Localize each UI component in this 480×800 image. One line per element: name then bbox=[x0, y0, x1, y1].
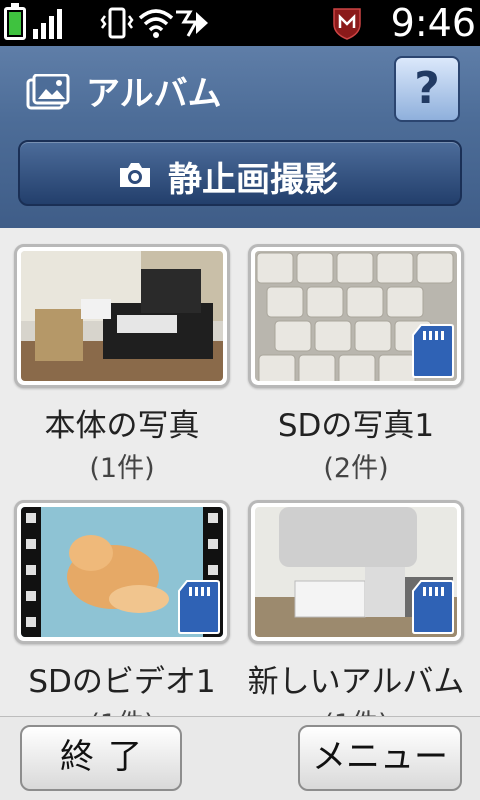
album-item-sd-photos-1[interactable]: SDの写真1 (2件) bbox=[248, 244, 464, 492]
help-button[interactable]: ? bbox=[394, 56, 460, 122]
bottom-bar: 終了 メニュー bbox=[0, 716, 480, 800]
page-title: アルバム bbox=[86, 74, 222, 114]
album-count: (1件) bbox=[89, 453, 155, 484]
album-item-device-photos[interactable]: 本体の写真 (1件) bbox=[14, 244, 230, 492]
data-transfer-icon bbox=[176, 10, 208, 37]
vibrate-icon bbox=[100, 7, 134, 39]
album-name: SDのビデオ1 bbox=[28, 664, 216, 700]
album-count: (1件) bbox=[14, 702, 230, 716]
sd-card-icon bbox=[412, 580, 454, 634]
battery-icon bbox=[4, 3, 26, 40]
album-name: 本体の写真 bbox=[44, 408, 200, 444]
album-name: SDの写真1 bbox=[277, 408, 435, 444]
album-count: (1件) bbox=[248, 702, 464, 716]
photo-thumbnail bbox=[21, 251, 223, 381]
album-item-new-album[interactable]: 新しいアルバム (1件) bbox=[248, 500, 464, 716]
album-item-sd-video-1[interactable]: SDのビデオ1 (1件) bbox=[14, 500, 230, 716]
header: アルバム ? 静止画撮影 bbox=[0, 46, 480, 228]
capture-photo-button[interactable]: 静止画撮影 bbox=[18, 140, 462, 206]
sd-card-icon bbox=[178, 580, 220, 634]
menu-button[interactable]: メニュー bbox=[298, 725, 462, 791]
album-icon bbox=[26, 74, 70, 110]
sd-card-icon bbox=[412, 324, 454, 378]
camera-icon bbox=[120, 163, 150, 187]
capture-photo-label: 静止画撮影 bbox=[168, 160, 338, 200]
mcafee-icon bbox=[333, 8, 361, 40]
album-thumbnail[interactable] bbox=[14, 500, 230, 644]
album-count: (2件) bbox=[323, 453, 389, 484]
wifi-icon bbox=[138, 9, 174, 38]
status-bar: 9:46 bbox=[0, 0, 480, 46]
album-grid: 本体の写真 (1件) SDの写真1 (2件) SDのビデオ1 新しいアルバム bbox=[0, 228, 480, 716]
album-thumbnail[interactable] bbox=[248, 500, 464, 644]
clock: 9:46 bbox=[390, 1, 476, 45]
album-thumbnail[interactable] bbox=[14, 244, 230, 388]
album-thumbnail[interactable] bbox=[248, 244, 464, 388]
signal-icon bbox=[33, 9, 62, 39]
album-name: 新しいアルバム bbox=[247, 664, 465, 700]
end-button[interactable]: 終了 bbox=[20, 725, 182, 791]
